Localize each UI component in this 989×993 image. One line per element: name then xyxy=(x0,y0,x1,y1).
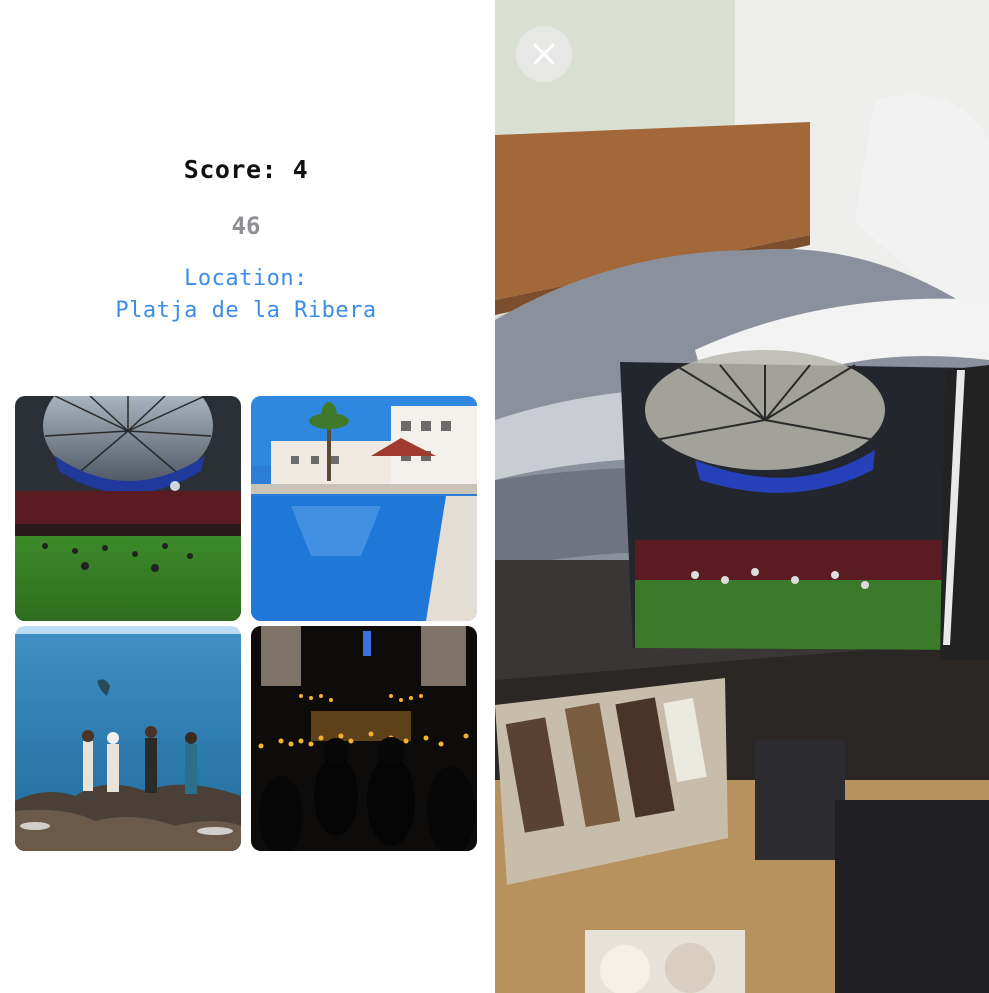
photo-option-concert[interactable] xyxy=(251,626,477,851)
ar-floating-photo-stadium xyxy=(620,350,989,660)
photo-option-stadium[interactable] xyxy=(15,396,241,621)
location-name: Platja de la Ribera xyxy=(115,298,377,323)
candlelight-concert-photo xyxy=(251,626,477,851)
pool-photo xyxy=(251,396,477,621)
photo-option-seaside[interactable] xyxy=(15,626,241,851)
photo-option-pool[interactable] xyxy=(251,396,477,621)
location-label: Location: xyxy=(184,266,308,291)
close-button[interactable] xyxy=(516,26,572,82)
score-label: Score: 4 xyxy=(183,155,309,184)
close-icon xyxy=(533,43,555,65)
ar-scene-photo xyxy=(495,0,989,993)
seaside-rocks-photo xyxy=(15,626,241,851)
ar-camera-view xyxy=(495,0,989,993)
game-panel: Score: 4 46 Location: Platja de la Riber… xyxy=(0,0,492,993)
timer-countdown: 46 xyxy=(231,212,261,240)
stadium-photo xyxy=(15,396,241,621)
